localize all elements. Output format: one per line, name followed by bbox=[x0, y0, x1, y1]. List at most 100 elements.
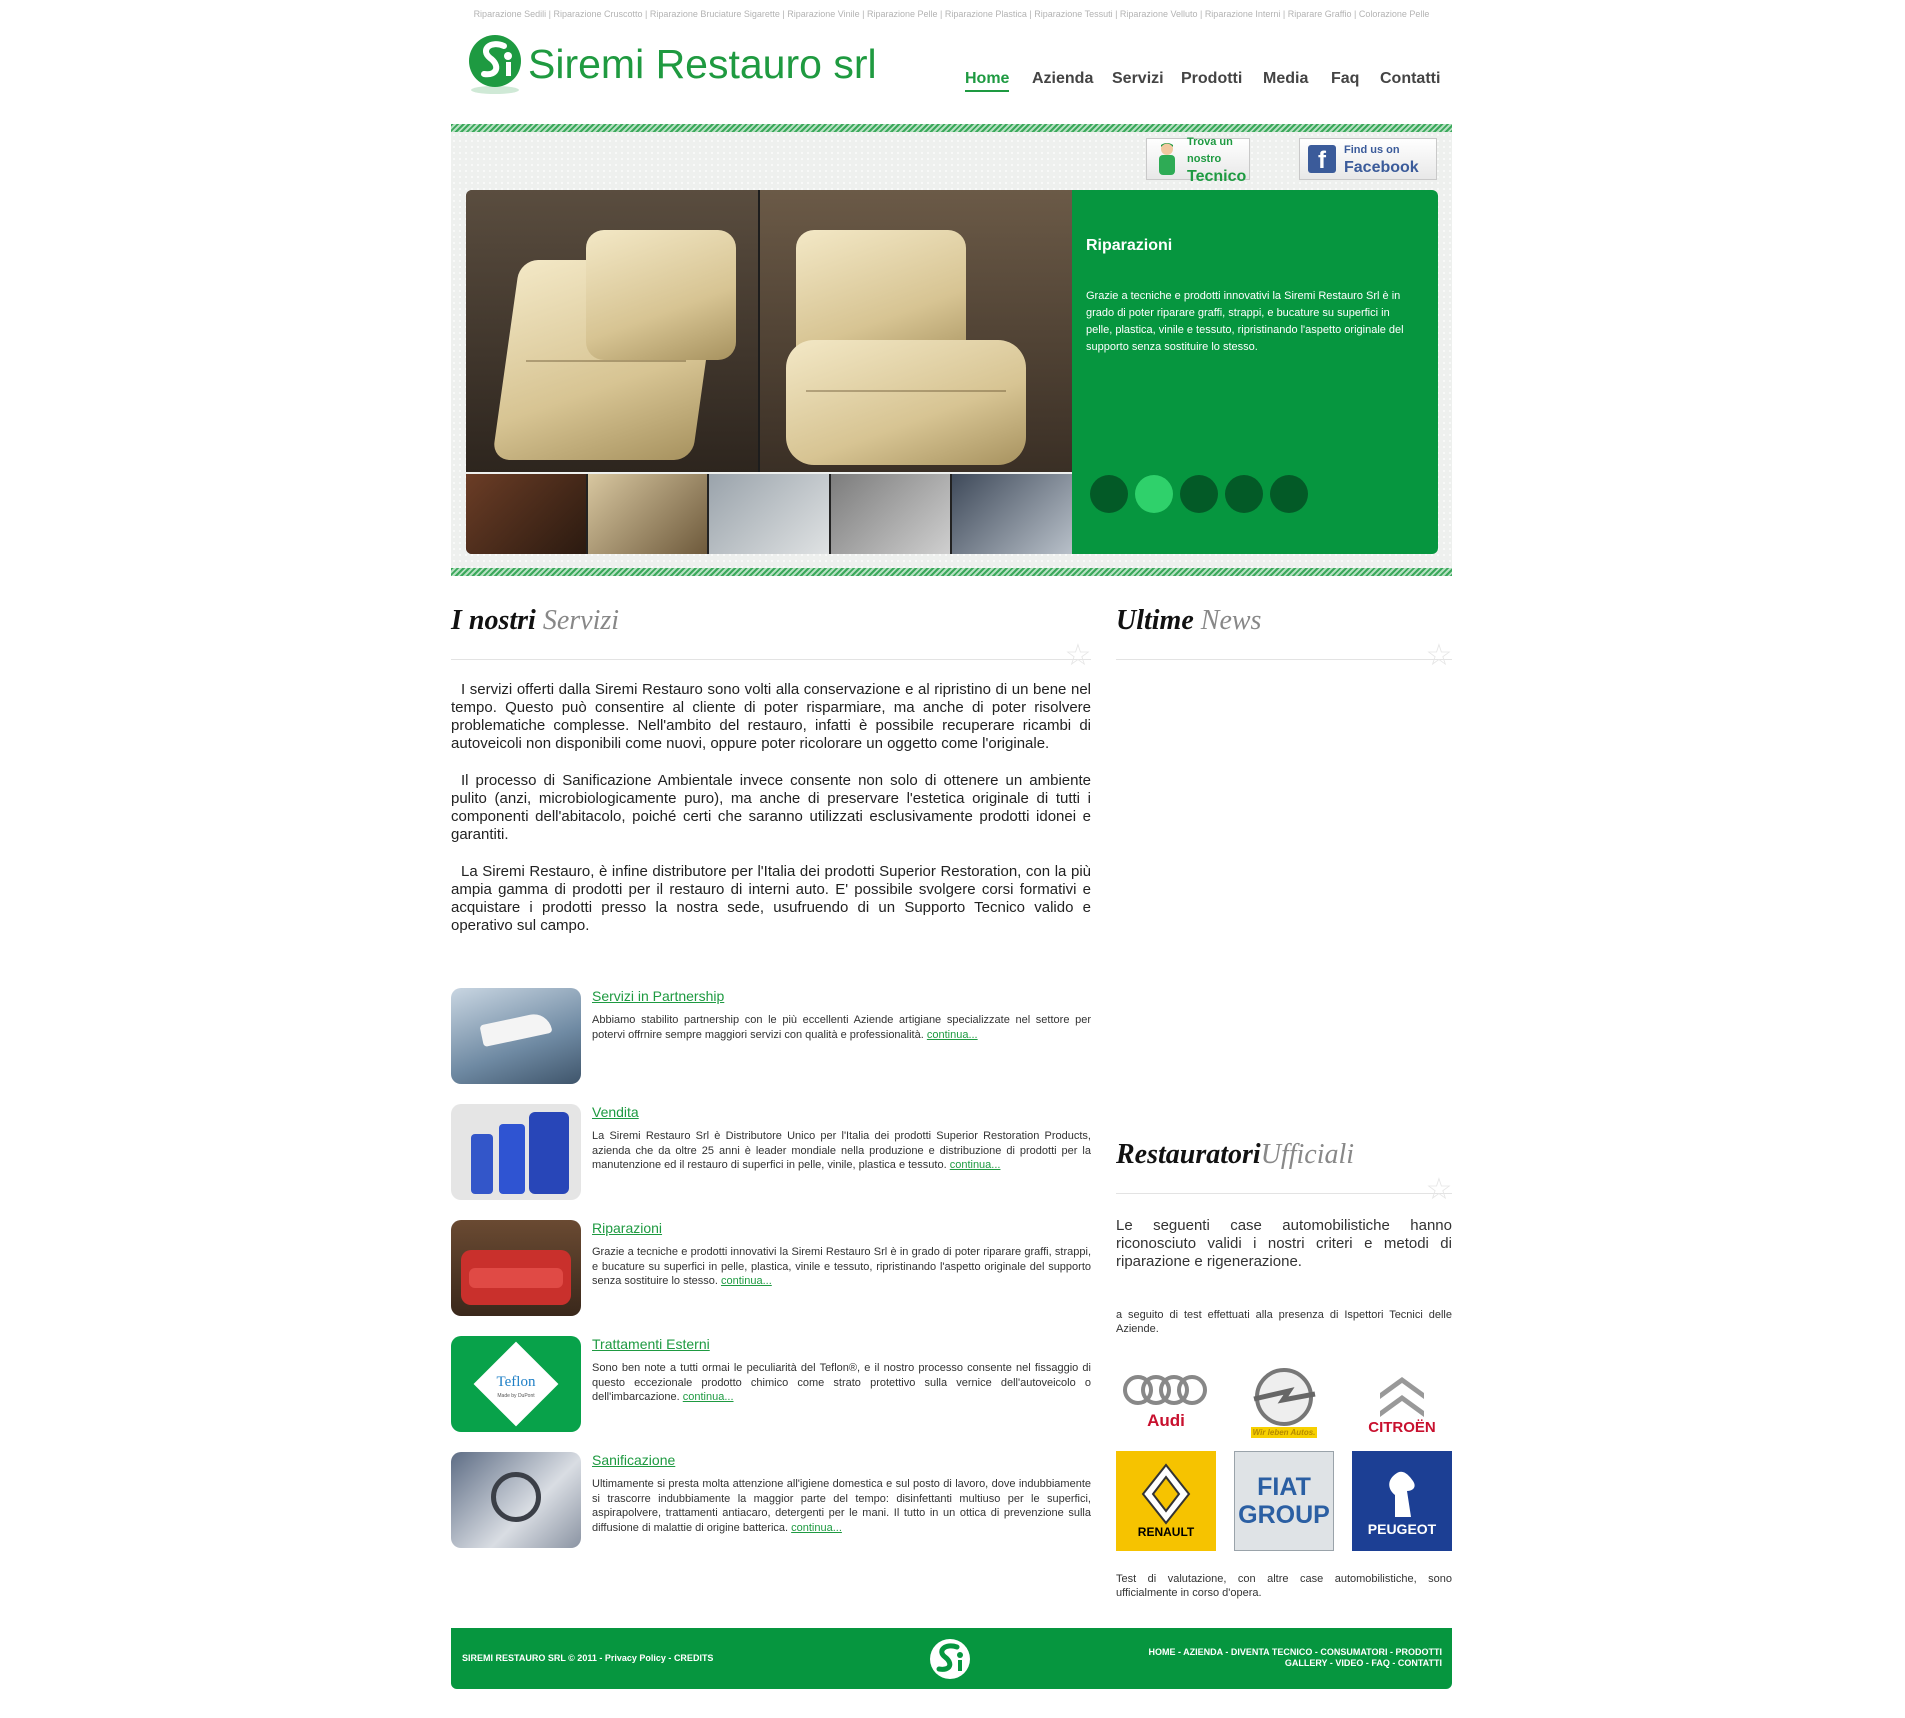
slider-caption-panel: Riparazioni Grazie a tecniche e prodotti… bbox=[1072, 190, 1438, 554]
continua-link[interactable]: continua... bbox=[683, 1391, 734, 1403]
opel-logo-icon[interactable]: Wir leben Autos. bbox=[1234, 1352, 1334, 1452]
service-thumb-sofa[interactable] bbox=[451, 1220, 581, 1316]
slider-title: Riparazioni bbox=[1086, 237, 1173, 254]
slider-dot-5[interactable] bbox=[1270, 475, 1308, 513]
find-technician-line2: Tecnico bbox=[1187, 167, 1247, 185]
service-title-link[interactable]: Trattamenti Esterni bbox=[592, 1336, 710, 1352]
slider-dot-3[interactable] bbox=[1180, 475, 1218, 513]
nav-prodotti[interactable]: Prodotti bbox=[1181, 70, 1242, 88]
slider-thumb-5[interactable] bbox=[952, 474, 1072, 554]
star-icon: ☆ bbox=[1425, 1173, 1453, 1206]
service-thumb-interior[interactable] bbox=[451, 1452, 581, 1548]
privacy-policy-link[interactable]: Privacy Policy bbox=[605, 1653, 666, 1663]
service-item: Servizi in Partnership Abbiamo stabilito… bbox=[451, 988, 1091, 1084]
restauratori-text: Le seguenti case automobilistiche hanno … bbox=[1116, 1217, 1452, 1270]
news-heading: Ultime News bbox=[1116, 605, 1261, 637]
service-item: Riparazioni Grazie a tecniche e prodotti… bbox=[451, 1220, 1091, 1316]
footer-copyright: SIREMI RESTAURO SRL © 2011 - Privacy Pol… bbox=[462, 1653, 714, 1663]
services-divider bbox=[451, 659, 1091, 660]
site-footer: SIREMI RESTAURO SRL © 2011 - Privacy Pol… bbox=[451, 1628, 1452, 1689]
nav-home[interactable]: Home bbox=[965, 70, 1010, 92]
footer-links-row-1[interactable]: HOME - AZIENDA - DIVENTA TECNICO - CONSU… bbox=[1122, 1647, 1443, 1658]
slider-dot-4[interactable] bbox=[1225, 475, 1263, 513]
news-heading-bold: Ultime bbox=[1116, 605, 1194, 636]
intro-paragraph: Il processo di Sanificazione Ambientale … bbox=[451, 772, 1091, 843]
brand-name: FIAT bbox=[1257, 1473, 1311, 1501]
service-thumb-products[interactable] bbox=[451, 1104, 581, 1200]
brand-name: PEUGEOT bbox=[1367, 1521, 1437, 1537]
seo-keywords-line: Riparazione Sedili | Riparazione Cruscot… bbox=[473, 9, 1430, 19]
slider-main-image[interactable] bbox=[466, 190, 1072, 472]
service-thumb-boat[interactable] bbox=[451, 988, 581, 1084]
service-item: Teflon Made by DuPont Trattamenti Estern… bbox=[451, 1336, 1091, 1432]
fiat-group-logo-icon[interactable]: FIAT GROUP bbox=[1234, 1451, 1334, 1551]
restauratori-heading-bold: Restauratori bbox=[1116, 1139, 1261, 1170]
service-item: Vendita La Siremi Restauro Srl è Distrib… bbox=[451, 1104, 1091, 1200]
technician-icon bbox=[1153, 141, 1181, 177]
facebook-icon: f bbox=[1308, 145, 1336, 174]
brand-name: CITROËN bbox=[1368, 1418, 1436, 1436]
services-heading: I nostri Servizi bbox=[451, 605, 619, 637]
slider-text: Grazie a tecniche e prodotti innovativi … bbox=[1086, 290, 1404, 353]
continua-link[interactable]: continua... bbox=[950, 1159, 1001, 1171]
teflon-logo-text: Teflon bbox=[496, 1374, 536, 1390]
slider-thumb-4[interactable] bbox=[830, 474, 951, 554]
renault-logo-icon[interactable]: RENAULT bbox=[1116, 1451, 1216, 1551]
news-heading-light: News bbox=[1200, 605, 1262, 636]
brand-name: Wir leben Autos. bbox=[1250, 1426, 1318, 1438]
restauratori-heading: RestauratoriUfficiali bbox=[1116, 1139, 1354, 1171]
slider-pagination bbox=[1090, 475, 1315, 513]
service-description: Ultimamente si presta molta attenzione a… bbox=[592, 1478, 1091, 1534]
slider-thumb-2[interactable] bbox=[587, 474, 708, 554]
nav-faq[interactable]: Faq bbox=[1331, 70, 1359, 88]
peugeot-logo-icon[interactable]: PEUGEOT bbox=[1352, 1451, 1452, 1551]
service-title-link[interactable]: Riparazioni bbox=[592, 1220, 662, 1236]
slider-dot-1[interactable] bbox=[1090, 475, 1128, 513]
services-heading-light: Servizi bbox=[542, 605, 620, 636]
find-technician-button[interactable]: Trova un nostro Tecnico bbox=[1146, 136, 1250, 185]
service-title-link[interactable]: Servizi in Partnership bbox=[592, 988, 724, 1004]
brand-name: Audi bbox=[1147, 1411, 1185, 1430]
continua-link[interactable]: continua... bbox=[721, 1275, 772, 1287]
service-title-link[interactable]: Vendita bbox=[592, 1104, 639, 1120]
star-icon: ☆ bbox=[1064, 639, 1092, 672]
banner-top-stripe bbox=[451, 124, 1452, 132]
brand-name: GROUP bbox=[1238, 1501, 1330, 1529]
slider-thumb-3[interactable] bbox=[709, 474, 829, 554]
nav-azienda[interactable]: Azienda bbox=[1032, 70, 1093, 88]
nav-media[interactable]: Media bbox=[1263, 70, 1308, 88]
continua-link[interactable]: continua... bbox=[791, 1522, 842, 1534]
service-description: Sono ben note a tutti ormai le peculiari… bbox=[592, 1362, 1091, 1403]
restauratori-heading-light: Ufficiali bbox=[1260, 1139, 1355, 1170]
credits-link[interactable]: CREDITS bbox=[674, 1653, 714, 1663]
restauratori-divider bbox=[1116, 1193, 1452, 1194]
teflon-logo-sub: Made by DuPont bbox=[497, 1393, 535, 1399]
slider-thumbnails bbox=[466, 474, 1072, 554]
citroen-logo-icon[interactable]: CITROËN bbox=[1352, 1352, 1452, 1452]
facebook-line1: Find us on bbox=[1344, 144, 1400, 156]
restauratori-footnote: Test di valutazione, con altre case auto… bbox=[1116, 1573, 1452, 1599]
footer-logo-icon bbox=[927, 1637, 973, 1686]
intro-paragraph: I servizi offerti dalla Siremi Restauro … bbox=[451, 681, 1091, 752]
brand-name: RENAULT bbox=[1137, 1525, 1195, 1539]
slider-thumb-1[interactable] bbox=[466, 474, 586, 554]
service-item: Sanificazione Ultimamente si presta molt… bbox=[451, 1452, 1091, 1548]
news-divider bbox=[1116, 659, 1452, 660]
footer-links-row-2[interactable]: GALLERY - VIDEO - FAQ - CONTATTI bbox=[1122, 1658, 1442, 1669]
service-description: Grazie a tecniche e prodotti innovativi … bbox=[592, 1246, 1091, 1287]
nav-servizi[interactable]: Servizi bbox=[1112, 70, 1164, 88]
facebook-button[interactable]: f Find us on Facebook bbox=[1299, 138, 1437, 180]
continua-link[interactable]: continua... bbox=[927, 1029, 978, 1041]
star-icon: ☆ bbox=[1425, 639, 1453, 672]
audi-logo-icon[interactable]: Audi bbox=[1116, 1352, 1216, 1452]
services-intro: I servizi offerti dalla Siremi Restauro … bbox=[451, 681, 1091, 954]
service-title-link[interactable]: Sanificazione bbox=[592, 1452, 675, 1468]
nav-contatti[interactable]: Contatti bbox=[1380, 70, 1440, 88]
service-description: Abbiamo stabilito partnership con le più… bbox=[592, 1014, 1091, 1041]
intro-paragraph: La Siremi Restauro, è infine distributor… bbox=[451, 863, 1091, 934]
restauratori-note: a seguito di test effettuati alla presen… bbox=[1116, 1309, 1452, 1335]
service-thumb-teflon[interactable]: Teflon Made by DuPont bbox=[451, 1336, 581, 1432]
service-description: La Siremi Restauro Srl è Distributore Un… bbox=[592, 1130, 1091, 1171]
footer-links[interactable]: HOME - AZIENDA - DIVENTA TECNICO - CONSU… bbox=[1122, 1647, 1443, 1669]
slider-dot-2[interactable] bbox=[1135, 475, 1173, 513]
